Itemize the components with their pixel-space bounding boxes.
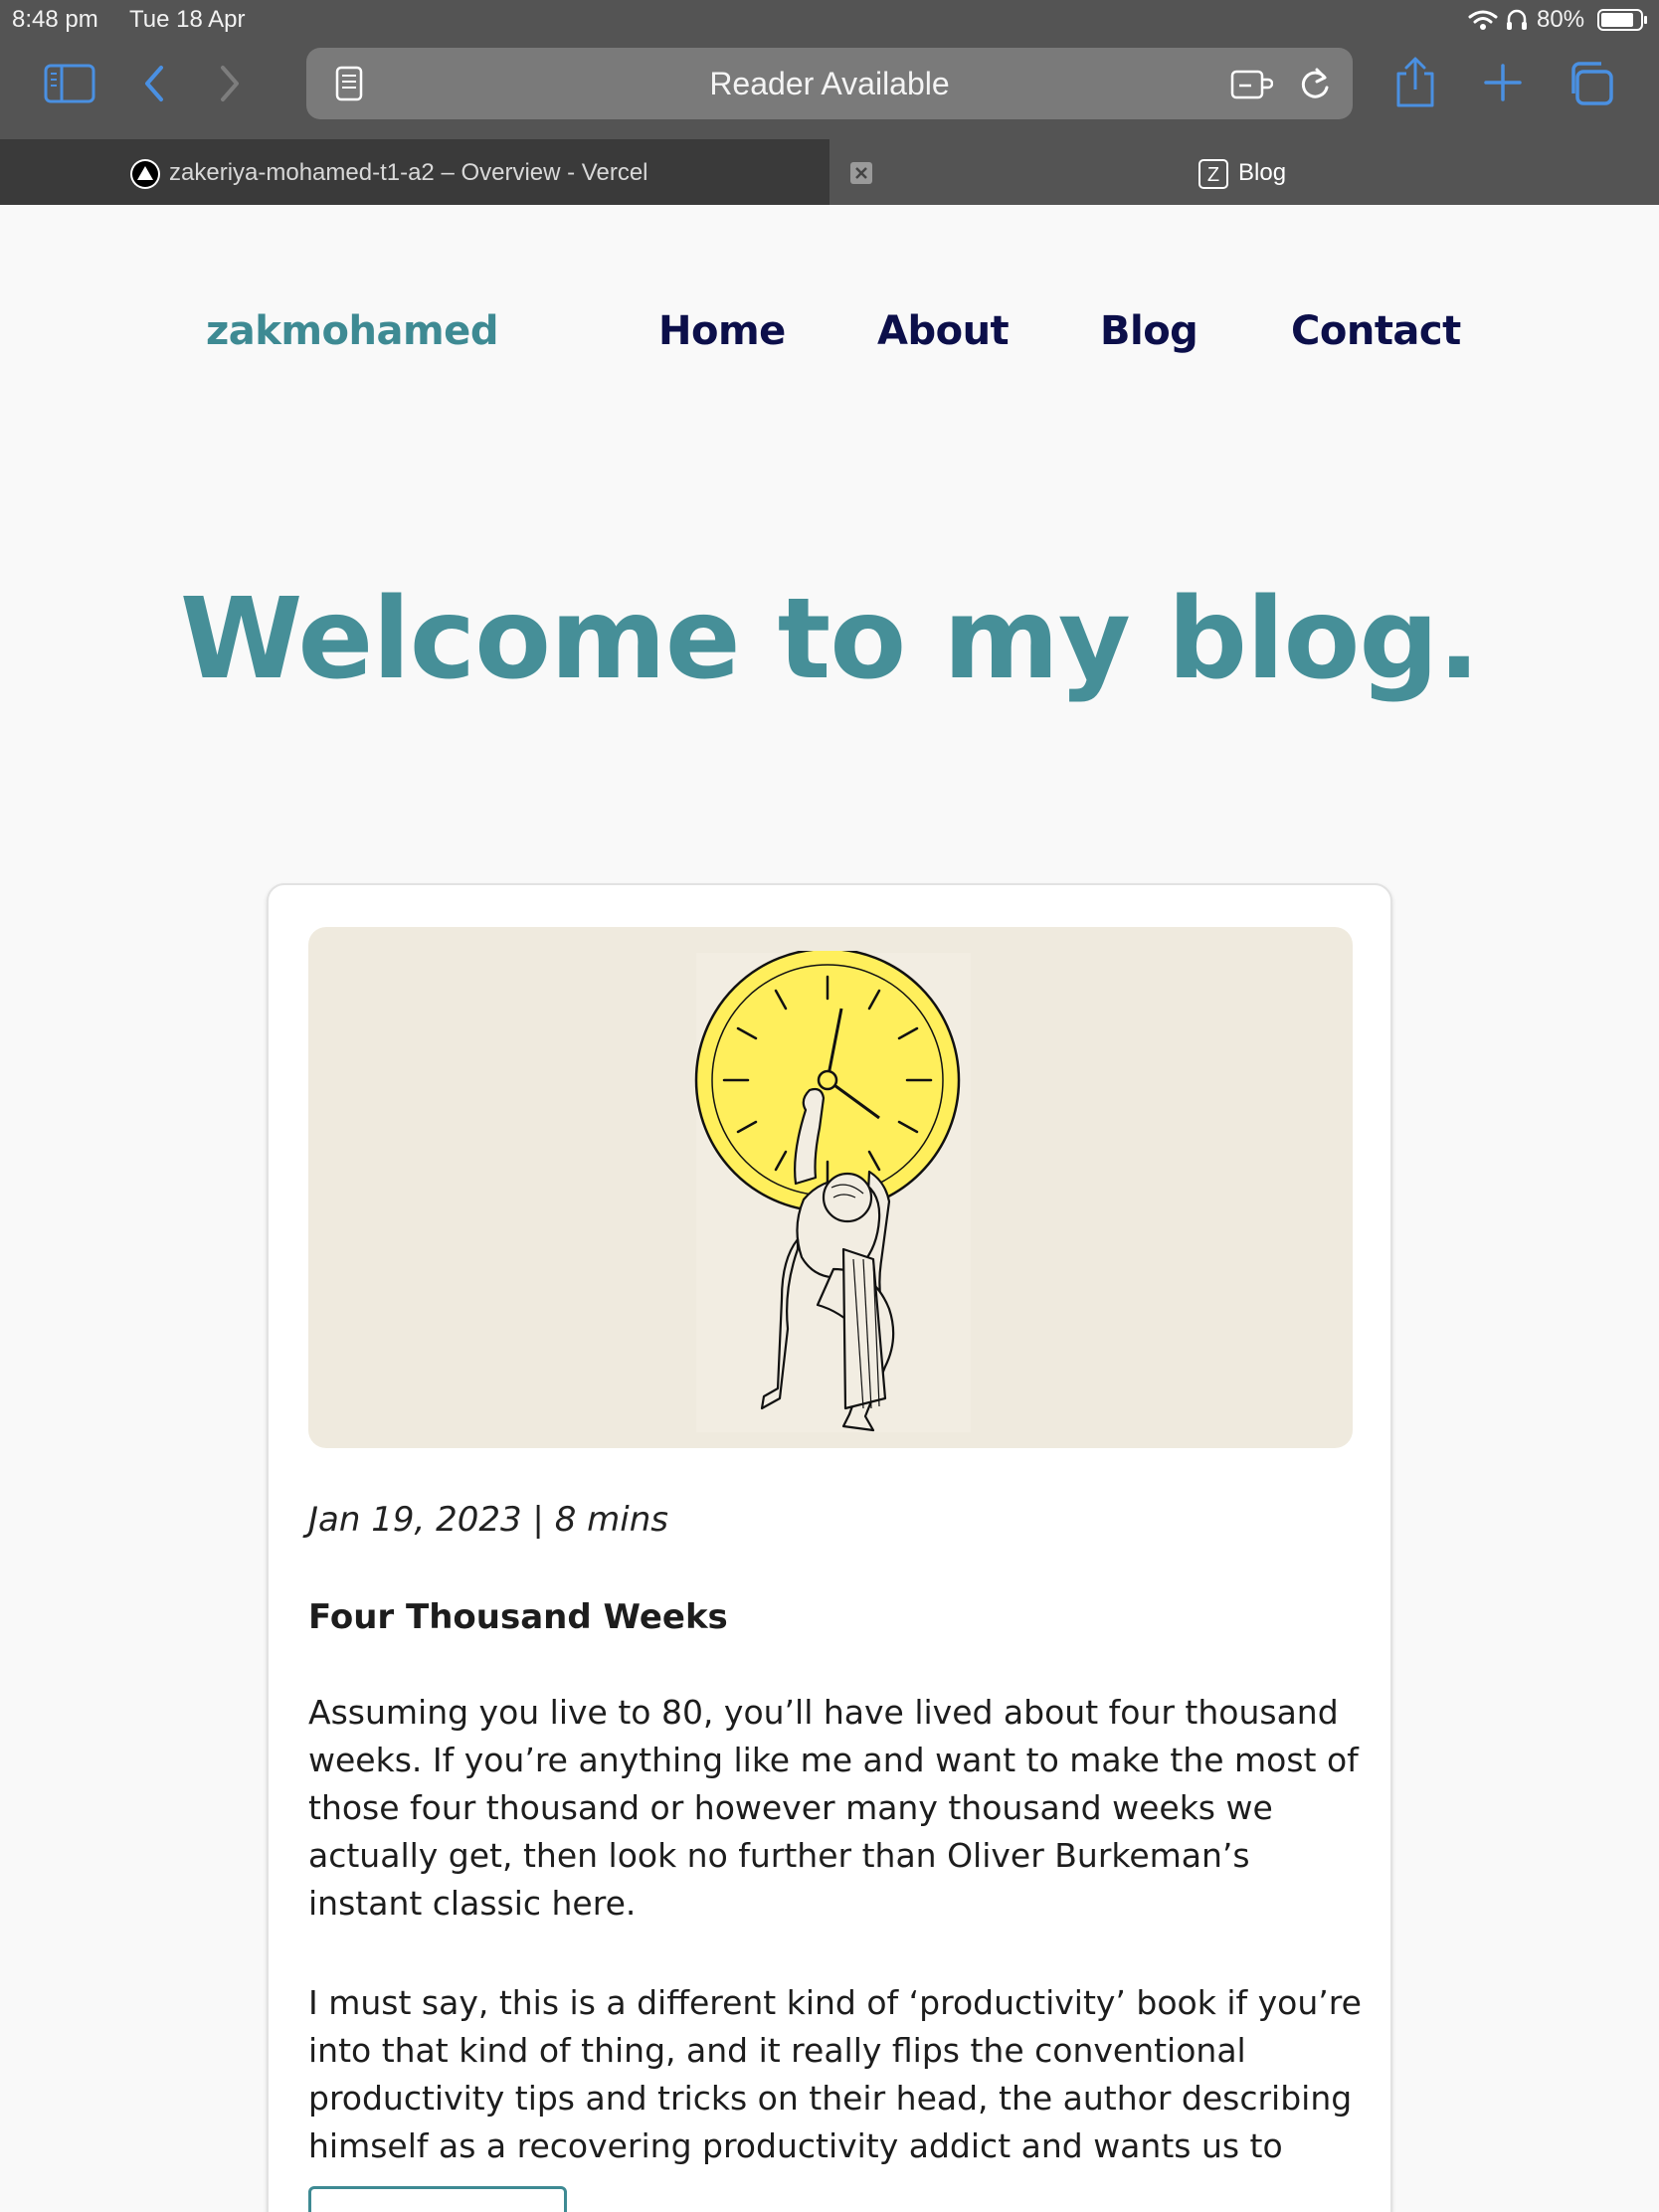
battery-icon <box>1597 9 1647 31</box>
share-icon[interactable] <box>1392 56 1438 109</box>
extension-icon[interactable] <box>1229 66 1273 101</box>
tab-vercel[interactable]: zakeriya-mohamed-t1-a2 – Overview - Verc… <box>0 139 830 205</box>
browser-toolbar: Reader Available <box>0 40 1659 139</box>
hero-title: Welcome to my blog. <box>179 575 1480 704</box>
tab-overview-icon[interactable] <box>1566 60 1615 107</box>
tab-bar: zakeriya-mohamed-t1-a2 – Overview - Verc… <box>0 139 1659 205</box>
status-time: 8:48 pm <box>12 6 98 33</box>
post-paragraph: Assuming you live to 80, you’ll have liv… <box>308 1693 1359 1923</box>
status-date: Tue 18 Apr <box>129 6 246 33</box>
tab-label: Blog <box>1238 159 1287 186</box>
back-icon[interactable] <box>137 62 171 105</box>
nav-about[interactable]: About <box>877 308 1010 354</box>
site-logo[interactable]: zakmohamed <box>206 308 498 354</box>
post-paragraph: I must say, this is a different kind of … <box>308 1983 1362 2165</box>
status-bar: 8:48 pm Tue 18 Apr 80% <box>0 0 1659 40</box>
battery-percentage: 80% <box>1537 6 1585 33</box>
forward-icon[interactable] <box>213 62 247 105</box>
tab-label: zakeriya-mohamed-t1-a2 – Overview - Verc… <box>169 159 648 186</box>
address-bar[interactable]: Reader Available <box>306 48 1353 119</box>
post-title[interactable]: Four Thousand Weeks <box>308 1597 728 1637</box>
wifi-icon <box>1468 10 1498 30</box>
reload-icon[interactable] <box>1297 64 1333 103</box>
vercel-icon <box>130 159 160 189</box>
headphones-icon <box>1507 9 1527 30</box>
nav-home[interactable]: Home <box>658 308 786 354</box>
sidebar-toggle-icon[interactable] <box>44 62 95 105</box>
tab-blog[interactable]: Z Blog <box>830 139 1659 205</box>
read-more-button[interactable] <box>308 2186 567 2212</box>
svg-text:Z: Z <box>1207 164 1219 186</box>
address-text[interactable]: Reader Available <box>306 48 1353 119</box>
nav-blog[interactable]: Blog <box>1100 308 1198 354</box>
nav-contact[interactable]: Contact <box>1291 308 1461 354</box>
blog-post-card[interactable]: Jan 19, 2023 | 8 mins Four Thousand Week… <box>267 883 1392 2212</box>
new-tab-icon[interactable] <box>1482 62 1524 103</box>
close-tab-icon[interactable] <box>849 161 873 185</box>
post-image[interactable] <box>308 927 1353 1448</box>
atlas-clock-illustration <box>694 951 971 1432</box>
post-meta: Jan 19, 2023 | 8 mins <box>308 1500 668 1540</box>
z-icon: Z <box>1198 159 1228 189</box>
